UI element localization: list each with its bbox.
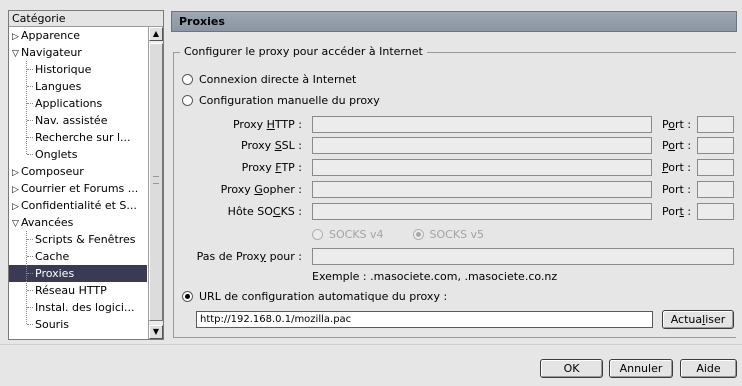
proxy-host-label: Proxy Gopher : [220, 183, 302, 196]
auto-config-url-input[interactable]: http://192.168.0.1/mozilla.pac [196, 311, 653, 328]
collapsed-triangle-icon[interactable]: ▷ [10, 165, 21, 180]
tree-item[interactable]: ▷ Courrier et Forums ... [9, 180, 147, 197]
tree-connector [27, 86, 33, 87]
proxy-host-label: Proxy SSL : [241, 139, 302, 152]
tree-connector [27, 256, 33, 257]
tree-item-label: Réseau HTTP [35, 284, 107, 297]
tree-connector [27, 103, 33, 104]
tree-item-label: Applications [35, 97, 103, 110]
proxy-port-field[interactable] [697, 181, 734, 198]
tree-item-label: Cache [35, 250, 70, 263]
tree-item-label: Nav. assistée [35, 114, 108, 127]
socks-v5-label: SOCKS v5 [429, 228, 485, 241]
tree-connector [26, 61, 27, 154]
proxy-port-label: Port : [662, 161, 692, 174]
proxy-host-label: Proxy FTP : [241, 161, 302, 174]
proxy-host-field[interactable] [312, 159, 652, 176]
proxy-port-field[interactable] [697, 203, 734, 220]
tree-connector [26, 231, 27, 324]
collapsed-triangle-icon[interactable]: ▷ [10, 182, 21, 197]
socks-version-group: SOCKS v4 SOCKS v5 [312, 228, 484, 242]
radio-direct-connection[interactable]: Connexion directe à Internet [182, 73, 356, 87]
tree-scrollbar[interactable]: ▲ ▼ [148, 27, 163, 339]
scroll-grip-icon [153, 176, 159, 184]
collapsed-triangle-icon[interactable]: ▷ [10, 29, 21, 44]
tree-connector [27, 239, 33, 240]
radio-auto-icon[interactable] [182, 291, 193, 302]
scroll-down-button[interactable]: ▼ [149, 325, 163, 339]
tree-item-label: Scripts & Fenêtres [35, 233, 136, 246]
proxy-port-label: Port : [662, 139, 692, 152]
expanded-triangle-icon[interactable]: ▽ [10, 46, 21, 61]
collapsed-triangle-icon[interactable]: ▷ [10, 199, 21, 214]
expanded-triangle-icon[interactable]: ▽ [10, 216, 21, 231]
groupbox-legend: Configurer le proxy pour accéder à Inter… [180, 45, 427, 58]
tree-connector [27, 120, 33, 121]
proxy-host-field[interactable] [312, 137, 652, 154]
tree-column-header[interactable]: Catégorie [9, 11, 163, 27]
tree-item[interactable]: ▷ Composeur [9, 163, 147, 180]
tree-connector [27, 307, 33, 308]
proxy-host-label: Hôte SOCKS : [227, 205, 302, 218]
proxy-port-label: Port : [662, 118, 692, 131]
tree-item-label: Souris [35, 318, 69, 331]
proxy-host-field[interactable] [312, 116, 652, 133]
radio-auto-label: URL de configuration automatique du prox… [199, 290, 448, 303]
proxy-host-field[interactable] [312, 203, 652, 220]
category-tree[interactable]: Catégorie ▷ Apparence ▽ Navigateur Historiqu… [8, 10, 164, 340]
tree-connector [27, 154, 33, 155]
proxy-port-field[interactable] [697, 137, 734, 154]
tree-item-label: Recherche sur l... [35, 131, 131, 144]
tree-item-label: Historique [35, 63, 92, 76]
tree-item-label: Navigateur [21, 46, 82, 59]
tree-item-label: Avancées [21, 216, 74, 229]
tree-item-label: Composeur [21, 165, 84, 178]
socks-v5-radio[interactable] [412, 229, 424, 240]
proxy-port-label: Port : [662, 183, 692, 196]
cancel-button[interactable]: Annuler [609, 359, 673, 378]
no-proxy-example: Exemple : .masociete.com, .masociete.co.… [312, 270, 558, 283]
tree-item-label: Langues [35, 80, 82, 93]
radio-auto-config[interactable]: URL de configuration automatique du prox… [182, 290, 447, 304]
reload-button[interactable]: Actualiser [662, 310, 734, 329]
tree-connector [27, 69, 33, 70]
dialog-divider [0, 344, 742, 345]
no-proxy-label: Pas de Proxy pour : [196, 250, 302, 263]
tree-item[interactable]: ▽ Navigateur [9, 44, 147, 61]
tree-item[interactable]: ▽ Avancées [9, 214, 147, 231]
tree-item[interactable]: ▷ Confidentialité et S... [9, 197, 147, 214]
proxy-host-label: Proxy HTTP : [232, 118, 302, 131]
tree-item-label: Confidentialité et S... [21, 199, 137, 212]
tree-item-label: Courrier et Forums ... [21, 182, 139, 195]
radio-manual-label: Configuration manuelle du proxy [199, 94, 380, 107]
panel-title: Proxies [171, 11, 737, 32]
tree-connector [27, 290, 33, 291]
socks-v4-label: SOCKS v4 [329, 228, 384, 241]
proxy-port-field[interactable] [697, 116, 734, 133]
tree-item-label: Apparence [21, 29, 81, 42]
ok-button[interactable]: OK [540, 359, 603, 378]
tree-item-label: Proxies [35, 267, 75, 280]
scroll-thumb[interactable] [149, 43, 163, 321]
radio-direct-icon[interactable] [182, 74, 193, 85]
socks-v4-radio[interactable] [312, 229, 323, 240]
scroll-up-button[interactable]: ▲ [149, 27, 163, 41]
radio-manual-config[interactable]: Configuration manuelle du proxy [182, 94, 380, 108]
no-proxy-field[interactable] [312, 248, 734, 265]
tree-item[interactable]: ▷ Apparence [9, 27, 147, 44]
help-button[interactable]: Aide [680, 359, 737, 378]
tree-item-label: Onglets [35, 148, 78, 161]
radio-direct-label: Connexion directe à Internet [199, 73, 357, 86]
tree-connector [27, 137, 33, 138]
proxy-port-label: Port : [662, 205, 692, 218]
tree-connector [27, 324, 33, 325]
tree-item-label: Instal. des logici... [35, 301, 135, 314]
proxy-port-field[interactable] [697, 159, 734, 176]
tree-connector [27, 273, 33, 274]
radio-manual-icon[interactable] [182, 95, 193, 106]
proxy-host-field[interactable] [312, 181, 652, 198]
